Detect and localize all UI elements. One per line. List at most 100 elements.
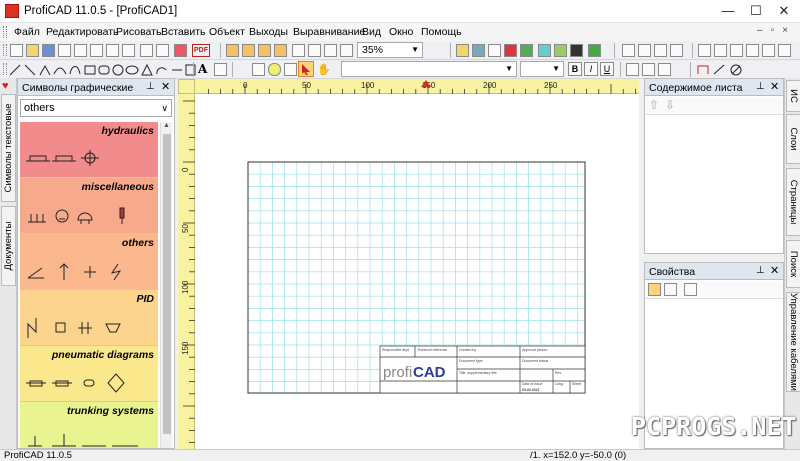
save-icon[interactable]: [42, 44, 55, 57]
pin-icon[interactable]: ⊥: [756, 81, 765, 92]
bom-icon[interactable]: [488, 44, 501, 57]
menu-help[interactable]: Помощь: [421, 26, 462, 38]
property-pages-icon[interactable]: [684, 283, 697, 296]
categorized-icon[interactable]: [648, 283, 661, 296]
scroll-up-icon[interactable]: ▲: [163, 122, 170, 129]
open-folder-icon[interactable]: [26, 44, 39, 57]
font-size-combo[interactable]: ▼: [520, 61, 564, 77]
redo-icon[interactable]: [156, 44, 169, 57]
arrow-down-icon[interactable]: ⇩: [665, 98, 675, 112]
cable-line-icon[interactable]: [284, 63, 297, 76]
palette-scrollbar[interactable]: ▲: [160, 122, 172, 448]
cut-icon[interactable]: [90, 44, 103, 57]
undo-icon[interactable]: [140, 44, 153, 57]
group-icon[interactable]: [622, 44, 635, 57]
same-height-icon[interactable]: [746, 44, 759, 57]
space-icon[interactable]: [762, 44, 775, 57]
symbol-group-others[interactable]: others: [20, 234, 158, 290]
symbol-group-trunking-systems[interactable]: trunking systems: [20, 402, 158, 448]
print-preview-icon[interactable]: [74, 44, 87, 57]
pan-hand-icon[interactable]: ✋: [317, 63, 331, 76]
space-v-icon[interactable]: [778, 44, 791, 57]
net-icon[interactable]: [472, 44, 485, 57]
arrow-up-icon[interactable]: ⇧: [649, 98, 659, 112]
align-center-icon[interactable]: [242, 44, 255, 57]
align-left-icon[interactable]: [226, 44, 239, 57]
ungroup-icon[interactable]: [638, 44, 651, 57]
terminal-icon[interactable]: [554, 44, 567, 57]
junction-icon[interactable]: [252, 63, 265, 76]
menu-outputs[interactable]: Выходы: [249, 26, 288, 38]
tab-search[interactable]: Поиск: [786, 240, 800, 288]
zoom-icon[interactable]: [340, 44, 353, 57]
flip-horizontal-icon[interactable]: [292, 44, 305, 57]
text-tool-icon[interactable]: A: [198, 62, 207, 76]
drawing-sheet[interactable]: Responsible dept Technical reference Cre…: [195, 94, 639, 449]
others-symbols[interactable]: [26, 260, 152, 284]
symbol-group-hydraulics[interactable]: hydraulics: [20, 122, 158, 178]
same-width-icon[interactable]: [730, 44, 743, 57]
drawing-canvas[interactable]: Responsible dept Technical reference Cre…: [195, 94, 639, 449]
menu-edit[interactable]: Редактировать: [46, 26, 119, 38]
paste-icon[interactable]: [122, 44, 135, 57]
bold-button[interactable]: B: [568, 62, 582, 76]
favorite-icon[interactable]: [504, 44, 517, 57]
library-folder-icon[interactable]: [456, 44, 469, 57]
text-align-left-icon[interactable]: [626, 63, 639, 76]
cable-icon[interactable]: [538, 44, 551, 57]
zoom-fit-icon[interactable]: [324, 44, 337, 57]
align-top-icon[interactable]: [274, 44, 287, 57]
label-icon[interactable]: [268, 63, 281, 76]
underline-button[interactable]: U: [600, 62, 614, 76]
tab-text-symbols[interactable]: Символы текстовые: [1, 94, 16, 202]
draw-shapes[interactable]: [8, 62, 198, 77]
distribute-v-icon[interactable]: [714, 44, 727, 57]
new-file-icon[interactable]: [10, 44, 23, 57]
flip-vertical-icon[interactable]: [308, 44, 321, 57]
distribute-icon[interactable]: [698, 44, 711, 57]
wire-icon[interactable]: [236, 63, 249, 76]
scrollbar-thumb[interactable]: [163, 134, 171, 434]
tab-layers[interactable]: Слои: [786, 114, 800, 164]
close-icon[interactable]: ✕: [770, 80, 779, 93]
menu-insert[interactable]: Вставить: [161, 26, 206, 38]
menu-window[interactable]: Окно: [389, 26, 413, 38]
align-right-icon[interactable]: [258, 44, 271, 57]
sort-az-icon[interactable]: [664, 283, 677, 296]
text-align-right-icon[interactable]: [658, 63, 671, 76]
toolbar-grip[interactable]: [3, 44, 7, 56]
menu-align[interactable]: Выравнивание: [293, 26, 365, 38]
tab-pages[interactable]: Страницы: [786, 168, 800, 236]
font-combo[interactable]: ▼: [341, 61, 517, 77]
print-icon[interactable]: [58, 44, 71, 57]
check-icon[interactable]: [520, 44, 533, 57]
category-select[interactable]: others ∨: [20, 99, 172, 117]
close-button[interactable]: ✕: [762, 0, 800, 23]
menu-object[interactable]: Объект: [209, 26, 245, 38]
hydraulics-symbols[interactable]: [26, 148, 152, 172]
menu-draw[interactable]: Рисовать: [116, 26, 161, 38]
heart-icon[interactable]: ♥: [2, 80, 14, 92]
italic-button[interactable]: I: [584, 62, 598, 76]
miscellaneous-symbols[interactable]: [26, 204, 152, 228]
symbol-group-miscellaneous[interactable]: miscellaneous: [20, 178, 158, 234]
menu-view[interactable]: Вид: [362, 26, 381, 38]
menu-file[interactable]: Файл: [14, 26, 40, 38]
pid-symbols[interactable]: [26, 316, 152, 340]
tab-is[interactable]: ИС: [786, 80, 800, 112]
tab-cable-management[interactable]: Управление кабелями: [786, 292, 800, 392]
pneumatic-symbols[interactable]: [26, 372, 152, 396]
wire-tools[interactable]: [696, 62, 746, 77]
symbol-group-pneumatic-diagrams[interactable]: pneumatic diagrams: [20, 346, 158, 402]
pin-icon[interactable]: ⊥: [756, 265, 765, 276]
select-arrow-icon[interactable]: [298, 61, 314, 77]
text-align-center-icon[interactable]: [642, 63, 655, 76]
export-image-icon[interactable]: [174, 44, 187, 57]
table-icon[interactable]: [214, 63, 227, 76]
close-icon[interactable]: ✕: [770, 264, 779, 277]
zoom-combo[interactable]: 35% ▼: [357, 42, 423, 58]
close-icon[interactable]: ✕: [161, 80, 170, 93]
pin-icon[interactable]: ⊥: [146, 81, 155, 92]
plc-icon[interactable]: [570, 44, 583, 57]
export-pdf-icon[interactable]: PDF: [192, 44, 210, 57]
